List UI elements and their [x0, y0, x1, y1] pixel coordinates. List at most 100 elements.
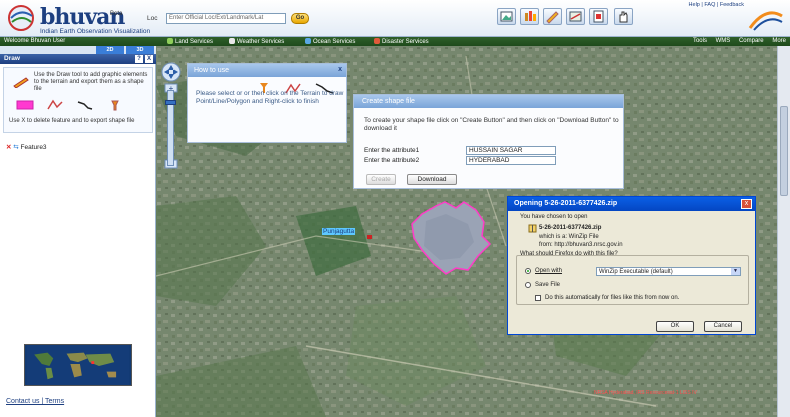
- overview-world-map[interactable]: [24, 344, 132, 386]
- how-to-use-text: Please select or or then click on the Te…: [196, 90, 344, 105]
- location-search-input[interactable]: Enter Official Loc/Ext/Landmark/Lat: [166, 13, 286, 24]
- header-bar: bhuvan Beta Indian Earth Observation Vis…: [0, 0, 790, 37]
- file-source-text: from: http://bhuvan3.nrsc.gov.in: [539, 242, 623, 248]
- toolbar-print-button[interactable]: [589, 8, 608, 25]
- view-mode-tabs: 2D 3D: [0, 46, 156, 54]
- toolbar-layers-button[interactable]: [566, 8, 585, 25]
- auto-action-label: Do this automatically for files like thi…: [545, 295, 680, 301]
- map-credit: NRSA Hyderabad, IRS Resourcesat-1 LISS I…: [594, 390, 697, 396]
- location-label: Loc: [147, 15, 158, 22]
- feature-list-item[interactable]: ✕ ⇆ Feature3: [6, 143, 47, 151]
- polygon-tool-icon[interactable]: [16, 98, 34, 112]
- place-marker[interactable]: [367, 235, 372, 239]
- tab-3d[interactable]: 3D: [126, 46, 154, 54]
- attribute1-input[interactable]: HUSSAIN SAGAR: [466, 146, 556, 155]
- attribute1-label: Enter the attribute1: [364, 147, 420, 154]
- welcome-text: Welcome Bhuvan User: [4, 38, 66, 44]
- hand-draw-icon: [525, 11, 536, 21]
- attribute1-row: Enter the attribute1 HUSSAIN SAGAR: [364, 146, 556, 155]
- attribute2-row: Enter the attribute2 HYDERABAD: [364, 156, 556, 165]
- vertical-scrollbar[interactable]: [777, 46, 790, 417]
- delete-instructions: Use X to delete feature and to export sh…: [9, 118, 135, 124]
- toolbar-pan-button[interactable]: [614, 8, 633, 25]
- bhuvan-logo[interactable]: bhuvan Beta Indian Earth Observation Vis…: [6, 4, 156, 35]
- save-file-label: Save File: [535, 282, 561, 288]
- open-with-radio[interactable]: [525, 268, 531, 274]
- alert-icon: [374, 38, 380, 44]
- file-type-text: which is a: WinZip File: [539, 234, 599, 240]
- image-icon: [500, 11, 513, 22]
- logo-subtitle: Indian Earth Observation Visualization: [40, 28, 151, 35]
- toolbar-image-button[interactable]: [497, 8, 516, 25]
- download-dialog-close-button[interactable]: x: [741, 199, 752, 209]
- download-dialog-title: Opening 5-26-2011-6377426.zip: [508, 197, 755, 211]
- auto-action-checkbox[interactable]: [535, 295, 541, 301]
- layers-icon: [569, 11, 582, 22]
- point-tool-icon[interactable]: [106, 98, 124, 112]
- tab-2d[interactable]: 2D: [96, 46, 124, 54]
- attribute2-input[interactable]: HYDERABAD: [466, 156, 556, 165]
- nav-right-tools: Tools WMS Compare More: [686, 38, 786, 44]
- toolbar-draw-button[interactable]: [520, 8, 539, 25]
- how-to-use-close-button[interactable]: x: [338, 66, 342, 73]
- shape-file-instructions: To create your shape file click on "Crea…: [364, 117, 619, 132]
- download-filename: 5-26-2011-6377426.zip: [539, 225, 602, 231]
- open-with-label: Open with: [535, 268, 563, 274]
- cloud-icon: [229, 38, 235, 44]
- pencil-icon: [13, 77, 29, 88]
- chevron-down-icon[interactable]: ▼: [731, 268, 740, 275]
- download-button[interactable]: Download: [407, 174, 457, 185]
- path-tool-icon[interactable]: [76, 98, 94, 112]
- file-download-dialog: Opening 5-26-2011-6377426.zip x You have…: [507, 196, 756, 335]
- place-label[interactable]: Punjagutta: [322, 228, 356, 235]
- open-with-select[interactable]: WinZip Executable (default) ▼: [596, 267, 741, 276]
- open-with-value: WinZip Executable (default): [599, 269, 673, 275]
- line-tool-icon[interactable]: [46, 98, 64, 112]
- how-to-use-popup: How to use x Please select or or then cl…: [187, 63, 347, 143]
- draw-tools-box: Use the Draw tool to add graphic element…: [3, 67, 153, 133]
- create-button[interactable]: Create: [366, 174, 396, 185]
- nav-ocean-services[interactable]: Ocean Services: [305, 38, 355, 45]
- chosen-to-open-text: You have chosen to open: [520, 214, 588, 220]
- go-button[interactable]: Go: [291, 13, 309, 24]
- help-button[interactable]: ?: [135, 55, 143, 63]
- ok-button[interactable]: OK: [656, 321, 694, 332]
- create-shape-file-title: Create shape file: [354, 95, 623, 108]
- leaf-icon: [167, 38, 173, 44]
- create-shape-file-dialog: Create shape file To create your shape f…: [353, 94, 624, 189]
- zoom-slider-knob[interactable]: [165, 100, 176, 105]
- nav-land-services[interactable]: Land Services: [167, 38, 213, 45]
- close-panel-button[interactable]: X: [145, 55, 153, 63]
- nav-wms[interactable]: WMS: [716, 38, 731, 44]
- logo-beta: Beta: [110, 11, 123, 17]
- draw-panel-title: Draw: [4, 55, 20, 62]
- nav-tools[interactable]: Tools: [693, 38, 707, 44]
- globe-icon: [8, 5, 34, 31]
- left-panel: 2D 3D Draw ? X Use the Draw tool to add …: [0, 46, 156, 417]
- nav-compare[interactable]: Compare: [739, 38, 764, 44]
- feature-name: Feature3: [20, 144, 47, 151]
- top-links[interactable]: Help | FAQ | Feedback: [689, 2, 744, 8]
- nav-disaster-services[interactable]: Disaster Services: [374, 38, 429, 45]
- cancel-button[interactable]: Cancel: [704, 321, 742, 332]
- hand-icon: [619, 11, 628, 23]
- print-icon: [593, 10, 604, 23]
- isro-logo: [748, 11, 783, 31]
- wave-icon: [305, 38, 311, 44]
- zip-file-icon: [528, 224, 537, 233]
- nav-more[interactable]: More: [772, 38, 786, 44]
- draw-panel-header: Draw ? X: [0, 54, 156, 64]
- toolbar-pencil-button[interactable]: [543, 8, 562, 25]
- save-file-radio[interactable]: [525, 282, 531, 288]
- footer-links[interactable]: Contact us | Terms: [6, 398, 64, 405]
- delete-feature-icon[interactable]: ✕: [6, 144, 11, 151]
- nav-bar: Welcome Bhuvan User Land Services Weathe…: [0, 37, 790, 46]
- export-feature-icon[interactable]: ⇆: [13, 144, 18, 151]
- how-to-use-title: How to use: [188, 64, 346, 77]
- attribute2-label: Enter the attribute2: [364, 157, 420, 164]
- nav-weather-services[interactable]: Weather Services: [229, 38, 284, 45]
- pencil-icon: [546, 11, 559, 24]
- scrollbar-thumb[interactable]: [780, 106, 788, 196]
- logo-name: bhuvan: [40, 4, 125, 30]
- draw-instructions: Use the Draw tool to add graphic element…: [34, 72, 148, 92]
